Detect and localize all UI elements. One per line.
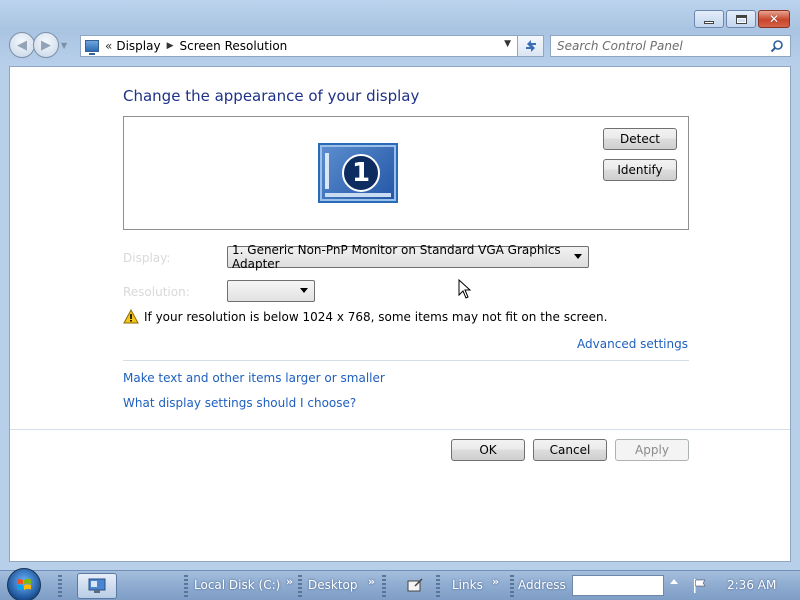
recent-pages-dropdown-icon[interactable]: ▼ [61,41,67,50]
text-size-link[interactable]: Make text and other items larger or smal… [123,371,385,385]
display-settings-help-link[interactable]: What display settings should I choose? [123,396,356,410]
close-icon: ✕ [768,12,780,26]
minimize-icon [704,20,714,24]
display-select[interactable]: 1. Generic Non-PnP Monitor on Standard V… [227,243,589,271]
toolbar-grip[interactable] [58,575,62,597]
forward-button[interactable]: ▶ [33,32,59,58]
local-disk-toolbar[interactable]: Local Disk (C:) [194,578,280,592]
advanced-settings-link[interactable]: Advanced settings [577,337,688,351]
taskbar: Local Disk (C:) » Desktop » Links » Addr… [0,567,800,600]
forward-arrow-icon: ▶ [41,37,51,53]
page-title: Change the appearance of your display [123,87,420,105]
control-panel-display-icon [85,40,99,55]
navigation-buttons: ◀ ▶ ▼ [9,32,67,58]
toolbar-grip[interactable] [436,575,440,597]
maximize-icon [735,14,747,24]
monitor-arrangement-box: 1 Detect Identify [123,116,689,230]
links-toolbar[interactable]: Links [452,578,483,592]
display-label: Display: [123,251,171,265]
identify-button[interactable]: Identify [603,159,677,181]
toolbar-grip[interactable] [510,575,514,597]
toolbar-grip[interactable] [184,575,188,597]
back-arrow-icon: ◀ [17,37,27,53]
refresh-button[interactable] [518,35,544,57]
links-label: Links [452,578,483,592]
toolbar-grip[interactable] [382,575,386,597]
search-input[interactable] [557,39,767,53]
mouse-cursor-icon [458,279,472,299]
toolbar-grip[interactable] [298,575,302,597]
address-dropdown-icon[interactable]: ▼ [504,39,511,49]
display-icon [88,578,106,593]
chevron-down-icon [574,254,582,259]
apply-button[interactable]: Apply [615,439,689,461]
content-pane: Change the appearance of your display 1 … [9,66,791,562]
detect-button[interactable]: Detect [603,128,677,150]
desktop-toolbar[interactable]: Desktop [308,578,358,592]
divider [123,360,689,361]
toolbar-overflow-icon[interactable]: » [492,575,499,588]
back-button[interactable]: ◀ [9,32,35,58]
refresh-icon [525,40,536,52]
taskbar-display-window-button[interactable] [77,573,117,599]
toolbar-overflow-icon[interactable]: » [286,575,293,588]
display-select-value: 1. Generic Non-PnP Monitor on Standard V… [232,243,561,271]
warning-icon [123,309,139,324]
windows-orb-icon [7,567,41,600]
address-toolbar-label: Address [518,578,566,592]
address-bar[interactable]: « Display ▶ Screen Resolution ▼ [80,35,518,57]
windows-logo-icon [17,578,31,590]
action-center-flag-icon[interactable] [692,578,708,594]
ok-button[interactable]: OK [451,439,525,461]
breadcrumb-display[interactable]: Display [116,39,160,53]
monitor-sidebar-graphic [325,153,329,189]
search-box[interactable] [550,35,791,57]
monitor-number: 1 [342,154,380,192]
quick-launch-icon[interactable] [407,578,423,592]
window-frame: ✕ ◀ ▶ ▼ « Display ▶ Screen Resolution ▼ … [0,0,800,570]
desktop-label: Desktop [308,578,358,592]
search-icon[interactable] [770,39,784,53]
cancel-button[interactable]: Cancel [533,439,607,461]
warning-text: If your resolution is below 1024 x 768, … [144,309,608,324]
resolution-select[interactable] [227,280,315,302]
resolution-warning: If your resolution is below 1024 x 768, … [123,309,607,324]
minimize-button[interactable] [694,10,724,28]
monitor-1-icon[interactable]: 1 [318,143,398,203]
maximize-button[interactable] [726,10,756,28]
resolution-label: Resolution: [123,285,190,299]
clock[interactable]: 2:36 AM [727,578,776,592]
footer-divider [10,429,790,430]
toolbar-overflow-icon[interactable]: » [368,575,375,588]
taskbar-address-input[interactable] [572,575,664,596]
local-disk-label: Local Disk (C:) [194,578,281,592]
breadcrumb-separator-icon[interactable]: ▶ [167,41,174,51]
caption-buttons: ✕ [694,10,790,28]
breadcrumb-overflow-icon[interactable]: « [105,39,112,53]
close-button[interactable]: ✕ [758,10,790,28]
monitor-taskbar-graphic [325,193,391,197]
breadcrumb-screen-resolution[interactable]: Screen Resolution [180,39,288,53]
show-hidden-icons-icon[interactable] [670,579,678,584]
chevron-down-icon [300,288,308,293]
start-button[interactable] [5,567,43,600]
